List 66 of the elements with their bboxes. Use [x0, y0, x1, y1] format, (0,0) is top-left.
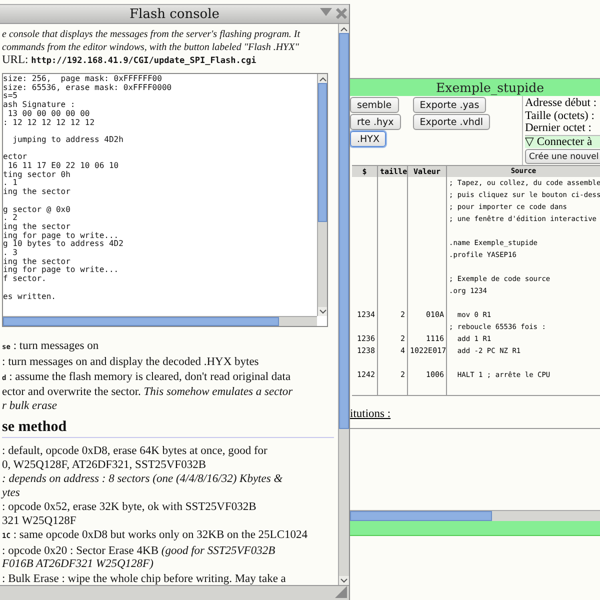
console-line: 13 00 00 00 00 00 [6, 110, 91, 119]
toolbar-button[interactable]: Exporte .yas [412, 97, 486, 113]
info-label: Taille (octets) : [525, 110, 596, 122]
close-icon[interactable] [335, 7, 348, 20]
console-line: : 12 12 12 12 12 12 [3, 118, 96, 128]
window-title: Flash console [130, 6, 220, 22]
dropdown-triangle-icon[interactable] [319, 7, 333, 17]
console-line: ing the sector [3, 222, 72, 232]
console-line: g sector @ 0x0 [3, 206, 72, 214]
console-line: ting sector 0h [3, 170, 72, 179]
info-label: Dernier octet : [525, 122, 592, 134]
scroll-down-button[interactable] [318, 307, 327, 316]
scrollbar-thumb[interactable] [350, 511, 492, 521]
scrollbar-thumb[interactable] [3, 317, 280, 326]
option-text: r bulk erase [2, 399, 58, 413]
option-text: ector and overwrite the sector. This somehow emulates a sector [2, 385, 294, 399]
console-line: f sector. [3, 275, 48, 284]
erase-method-text: ytes [2, 486, 21, 500]
toolbar-button[interactable]: semble [350, 97, 399, 113]
horizontal-scrollbar[interactable] [3, 316, 317, 326]
console-line: g 10 bytes to address 4D2 [3, 240, 124, 249]
console-line: size: 256, page mask: 0xFFFFFF00 [3, 75, 163, 84]
erase-method-text: : depends on address : 8 sectors (one (4/4/8/16/32) Kbytes & [2, 473, 284, 486]
window-title: Exemple_stupide [436, 80, 544, 95]
erase-method-text: : opcode 0x52, erase 32K byte, ok with SST25VF032B [2, 501, 258, 514]
info-label: Adresse début : [525, 97, 598, 110]
section-heading: se method [2, 418, 68, 437]
erase-method-text: 0, W25Q128F, AT26DF321, SST25VF032B [2, 458, 207, 472]
substitutions-label: itutions : [350, 408, 392, 422]
console-line: ing for page to write... [3, 232, 120, 240]
new-window-button[interactable]: Crée une nouvel [525, 149, 600, 164]
erase-method-text: : opcode 0x20 : Sector Erase 4KB (good for SST25VF032B [2, 544, 276, 558]
scrollbar-thumb[interactable] [318, 83, 327, 222]
url-text: URL: http://192.168.41.9/CGI/update_SPI_Flash.cgi [2, 54, 258, 68]
console-line: 16 11 17 E0 22 10 06 10 [6, 162, 120, 170]
scrollbar[interactable] [317, 74, 327, 316]
console-line: s=5 [3, 92, 18, 100]
toolbar-button[interactable]: .HYX [350, 131, 386, 147]
scroll-up-button[interactable] [339, 24, 349, 33]
console-line: ing the sector [3, 258, 72, 266]
console-line: jumping to address 4D2h [12, 136, 124, 145]
scroll-down-button[interactable] [339, 576, 349, 585]
console-line: ash Signature : [3, 101, 76, 110]
scroll-up-button[interactable] [318, 74, 327, 83]
console-line: . 2 [3, 214, 18, 222]
option-text: : turn messages on and display the decoded .HYX bytes [2, 355, 260, 369]
console-line: ing the sector [3, 188, 72, 197]
connect-toggle[interactable]: ▽ Connecter à [525, 134, 600, 148]
horizontal-scrollbar[interactable] [350, 510, 600, 521]
erase-method-text: 321 W25Q128F [2, 514, 78, 528]
intro-text: commands from the editor windows, with the button labeled "Flash .HYX" [2, 41, 300, 54]
toolbar-button[interactable]: rte .hyx [350, 114, 401, 130]
erase-method-text: : default, opcode 0xD8, erase 64K bytes at once, good for [2, 445, 268, 458]
erase-method-text: : Bulk Erase : wipe the whole chip before writing. May take a [2, 572, 287, 585]
console-line: size: 65536, erase mask: 0xFFFF0000 [3, 84, 173, 92]
console-line: . 3 [3, 249, 18, 258]
toolbar-button[interactable]: Exporte .vhdl [412, 114, 490, 130]
console-line: ector [3, 153, 28, 162]
console-line: ing for page to write... [3, 266, 120, 274]
console-line: es written. [3, 292, 57, 302]
intro-text: e console that displays the messages from the server's flashing program. It [2, 28, 302, 41]
scrollbar[interactable] [338, 24, 349, 585]
scrollbar-thumb[interactable] [339, 33, 349, 430]
resize-grip-icon[interactable] [335, 586, 347, 598]
console-line: . 1 [3, 179, 18, 188]
erase-method-text: F016B AT26DF321 W25Q128F) [2, 558, 154, 572]
